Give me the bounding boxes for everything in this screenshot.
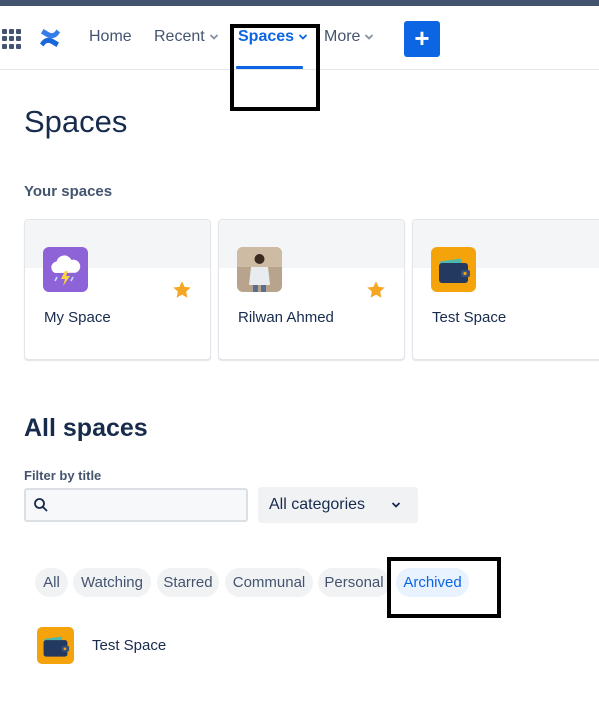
chevron-down-icon (209, 34, 218, 40)
chevron-down-icon (391, 502, 401, 508)
space-name: Rilwan Ahmed (238, 309, 334, 326)
chevron-down-icon (365, 34, 374, 40)
space-card[interactable]: Test Space (412, 219, 599, 360)
space-name: My Space (44, 309, 111, 326)
nav-home[interactable]: Home (89, 28, 132, 46)
filter-by-title-field[interactable] (24, 488, 248, 522)
highlight-box (387, 557, 501, 618)
nav-recent-label: Recent (154, 28, 205, 45)
app-switcher-icon[interactable] (2, 29, 22, 49)
filter-input[interactable] (54, 494, 242, 516)
create-button[interactable]: + (404, 21, 440, 57)
highlight-box (230, 24, 320, 111)
page-title: Spaces (24, 104, 128, 139)
space-name: Test Space (432, 309, 507, 326)
space-card[interactable]: Rilwan Ahmed (218, 219, 405, 360)
filter-label: Filter by title (24, 468, 102, 483)
confluence-logo-icon[interactable] (38, 26, 62, 50)
storm-cloud-icon (43, 247, 88, 292)
person-avatar (237, 247, 282, 292)
tab-all[interactable]: All (35, 568, 68, 597)
list-item[interactable]: Test Space (36, 625, 336, 667)
star-icon[interactable] (171, 279, 193, 301)
space-name: Test Space (92, 637, 167, 654)
wallet-icon (37, 627, 74, 664)
space-card[interactable]: My Space (24, 219, 211, 360)
nav-home-label: Home (89, 28, 132, 45)
tab-communal[interactable]: Communal (225, 568, 313, 597)
star-icon[interactable] (365, 279, 387, 301)
nav-more-label: More (324, 28, 361, 45)
tab-personal[interactable]: Personal (318, 568, 390, 597)
category-selected-value: All categories (269, 496, 366, 513)
tab-watching[interactable]: Watching (73, 568, 151, 597)
wallet-icon (431, 247, 476, 292)
your-spaces-heading: Your spaces (24, 183, 113, 200)
all-spaces-heading: All spaces (24, 414, 148, 442)
nav-more[interactable]: More (324, 28, 374, 46)
nav-recent[interactable]: Recent (154, 28, 219, 46)
search-icon (34, 498, 48, 512)
tab-starred[interactable]: Starred (157, 568, 219, 597)
category-select[interactable]: All categories (258, 487, 418, 523)
